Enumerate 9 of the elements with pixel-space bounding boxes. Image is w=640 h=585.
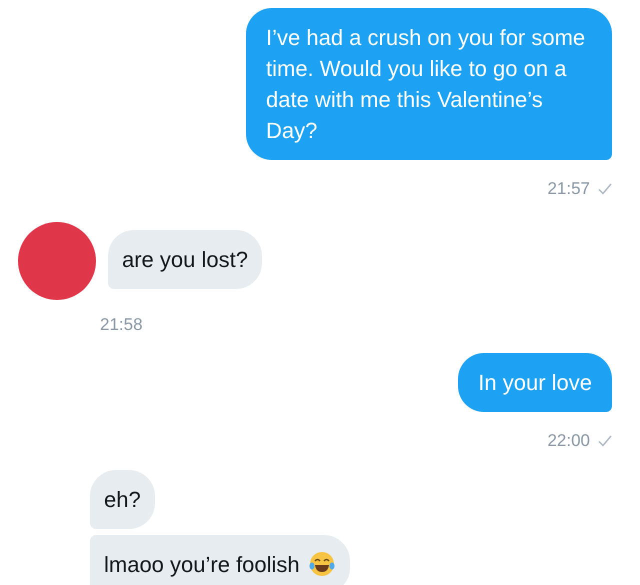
laughing-emoji-icon [308, 550, 336, 578]
message-bubble: In your love [458, 353, 612, 412]
message-bubble: I’ve had a crush on you for some time. Would you like to go on a date with me this Valentine’s Day? [246, 8, 612, 160]
message-time: 21:58 [100, 314, 143, 336]
message-time: 22:00 [547, 430, 590, 452]
message-bubble: are you lost? [108, 230, 262, 288]
message-bubble: eh? [90, 470, 155, 528]
message-time: 21:57 [547, 178, 590, 200]
message-bubble: lmaoo you’re foolish [90, 534, 350, 585]
